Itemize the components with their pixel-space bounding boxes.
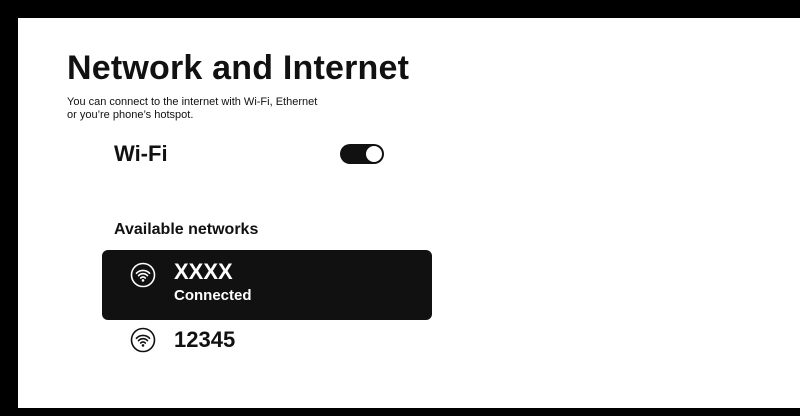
wifi-icon — [130, 262, 156, 288]
network-item-12345[interactable]: 12345 — [102, 314, 432, 370]
wifi-toggle[interactable] — [340, 144, 384, 164]
page-description-line-2: or you’re phone’s hotspot. — [67, 109, 194, 121]
page-title: Network and Internet — [67, 49, 410, 87]
wifi-label: Wi-Fi — [114, 141, 168, 166]
network-name: XXXX — [174, 259, 233, 284]
available-networks-heading: Available networks — [114, 221, 259, 238]
page-description: You can connect to the internet with Wi-… — [67, 96, 367, 122]
network-name: 12345 — [174, 327, 236, 352]
settings-screen: Network and Internet You can connect to … — [18, 18, 800, 408]
wifi-icon — [130, 327, 156, 353]
network-status: Connected — [174, 287, 252, 304]
wifi-toggle-knob — [366, 146, 382, 162]
page-description-line-1: You can connect to the internet with Wi-… — [67, 96, 318, 108]
wifi-toggle-row[interactable]: Wi-Fi — [114, 138, 388, 170]
device-frame: Network and Internet You can connect to … — [0, 0, 800, 416]
network-item-xxxx[interactable]: XXXX Connected — [102, 250, 432, 320]
